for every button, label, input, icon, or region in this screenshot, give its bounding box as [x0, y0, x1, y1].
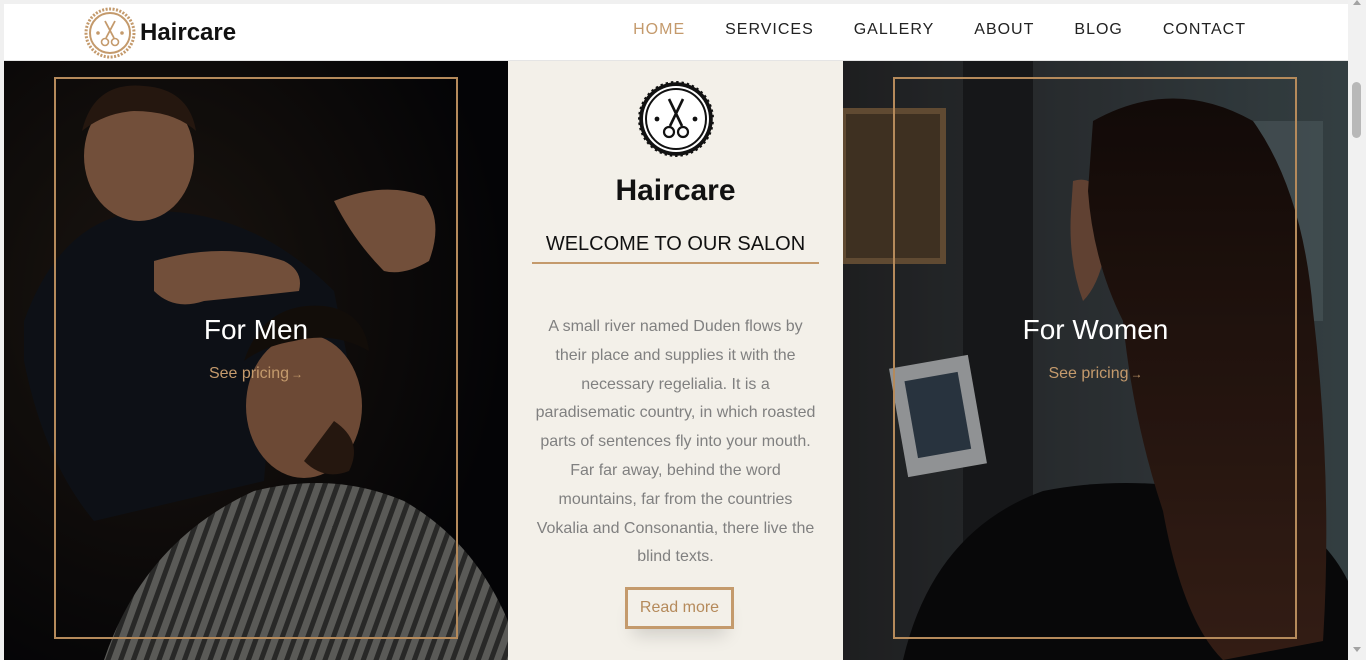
nav-blog[interactable]: BLOG [1074, 21, 1122, 39]
men-panel-title: For Men [203, 314, 309, 345]
barber-photo [4, 61, 508, 660]
scroll-up-icon[interactable] [1353, 0, 1361, 5]
nav-home[interactable]: HOME [633, 21, 685, 39]
nav-contact[interactable]: CONTACT [1163, 21, 1246, 39]
page-scrollbar[interactable] [1348, 0, 1366, 660]
scissors-badge-icon [636, 79, 716, 159]
women-panel: For Women See pricing → [843, 61, 1348, 660]
men-see-pricing-link[interactable]: See pricing → [4, 365, 508, 383]
men-see-pricing-label: See pricing [208, 365, 290, 382]
scroll-down-icon[interactable] [1353, 647, 1361, 652]
brand-name: Haircare [140, 19, 237, 46]
nav-gallery[interactable]: GALLERY [854, 21, 935, 39]
women-panel-title: For Women [1022, 314, 1169, 345]
women-see-pricing-link[interactable]: See pricing → [843, 365, 1348, 383]
scissors-badge-icon [84, 7, 136, 59]
brand-logo-link[interactable]: Haircare [84, 7, 237, 59]
men-panel: For Men See pricing → [4, 61, 508, 660]
welcome-title: Haircare [615, 174, 736, 207]
welcome-subtitle: WELCOME TO OUR SALON [532, 233, 819, 264]
welcome-text: A small river named Duden flows by their… [535, 318, 816, 566]
nav-services[interactable]: SERVICES [725, 21, 814, 39]
arrow-right-icon: → [1130, 367, 1143, 381]
site-header: Haircare HOME SERVICES GALLERY ABOUT BLO… [4, 4, 1348, 61]
salon-photo [843, 61, 1348, 660]
nav-about[interactable]: ABOUT [974, 21, 1034, 39]
welcome-panel: Haircare WELCOME TO OUR SALON A small ri… [508, 61, 843, 660]
page-viewport: Haircare HOME SERVICES GALLERY ABOUT BLO… [4, 4, 1348, 660]
read-more-button[interactable]: Read more [625, 587, 734, 629]
arrow-right-icon: → [291, 367, 304, 381]
main-nav: HOME SERVICES GALLERY ABOUT BLOG CONTACT [593, 21, 1246, 39]
women-see-pricing-label: See pricing [1048, 365, 1129, 382]
scrollbar-thumb[interactable] [1352, 82, 1361, 138]
